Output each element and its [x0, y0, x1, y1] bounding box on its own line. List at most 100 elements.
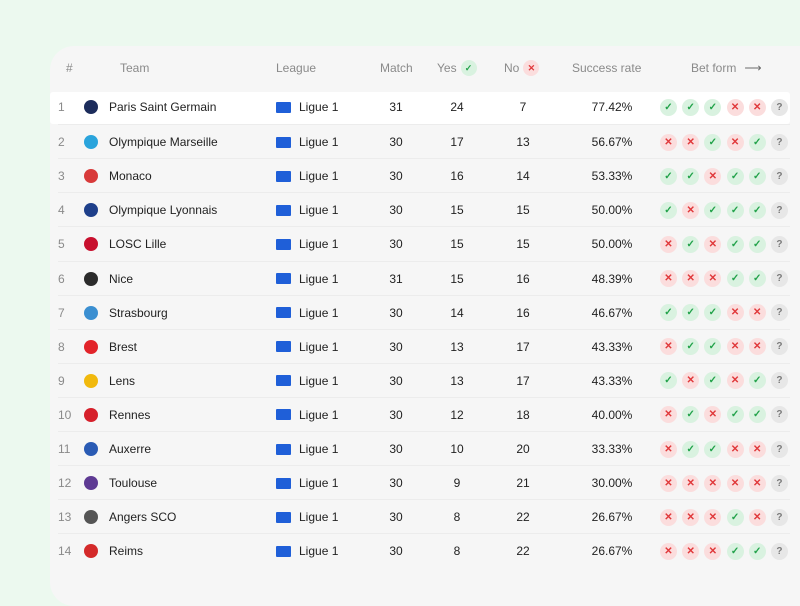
table-row[interactable]: 2 Olympique Marseille Ligue 1 30 17 13 56.67% ✕…	[58, 124, 790, 159]
header-bet-form[interactable]: Bet form ⟶	[691, 46, 762, 90]
unknown-icon: ?	[770, 474, 788, 492]
team-name[interactable]: Auxerre	[109, 432, 151, 466]
league-flag	[276, 534, 291, 568]
cross-icon: ✕	[726, 304, 744, 322]
header-no[interactable]: No ✕	[504, 46, 540, 90]
table-row[interactable]: 14 Reims Ligue 1 30 8 22 26.67% ✕ ✕ ✕ ✓ ✓?	[58, 533, 790, 568]
table-row[interactable]: 10 Rennes Ligue 1 30 12 18 40.00% ✕ ✓ ✕ ✓ ✓?	[58, 396, 790, 432]
cross-icon: ✕	[660, 542, 677, 560]
table-row[interactable]: 9 Lens Ligue 1 30 13 17 43.33% ✓ ✕ ✓ ✕ ✓?	[58, 362, 793, 398]
team-name[interactable]: Lens	[109, 364, 135, 398]
team-name[interactable]: Reims	[109, 534, 143, 568]
bet-form: ✓ ✕ ✓ ✕ ✓?	[660, 364, 793, 398]
ligue1-flag-icon	[276, 238, 291, 250]
league-name[interactable]: Ligue 1	[299, 125, 338, 159]
league-name[interactable]: Ligue 1	[299, 330, 338, 364]
club-logo	[84, 364, 102, 398]
team-name[interactable]: Angers SCO	[109, 500, 176, 534]
match-count: 30	[389, 476, 403, 491]
unknown-icon: ?	[770, 133, 788, 151]
table-row[interactable]: 13 Angers SCO Ligue 1 30 8 22 26.67% ✕ ✕ ✕ ✓ ✕?	[58, 499, 790, 534]
header-yes[interactable]: Yes ✓	[437, 46, 477, 90]
league-name[interactable]: Ligue 1	[299, 432, 338, 466]
league-name[interactable]: Ligue 1	[299, 227, 338, 261]
success-rate: 33.33%	[591, 442, 633, 456]
league-name[interactable]: Ligue 1	[299, 364, 338, 398]
league-name[interactable]: Ligue 1	[299, 193, 338, 227]
check-icon: ✓	[726, 201, 744, 219]
league-name[interactable]: Ligue 1	[299, 296, 338, 330]
team-name[interactable]: Paris Saint Germain	[109, 90, 216, 124]
rank-number: 5	[58, 237, 65, 252]
yes-count: 8	[453, 510, 461, 525]
header-success-rate[interactable]: Success rate	[572, 46, 641, 90]
club-logo	[84, 330, 102, 364]
ligue1-flag-icon	[276, 273, 291, 284]
ligue1-flag-icon	[276, 443, 291, 455]
league-flag	[276, 193, 291, 227]
cross-icon: ✕	[704, 474, 722, 492]
table-row[interactable]: 11 Auxerre Ligue 1 30 10 20 33.33% ✕ ✓ ✓ ✕ ✕?	[58, 431, 790, 466]
team-name[interactable]: LOSC Lille	[109, 227, 166, 261]
league-flag	[276, 500, 291, 534]
cross-icon: ✕	[726, 372, 744, 390]
table-row[interactable]: 1 Paris Saint Germain Ligue 1 31 24 7 77.42% ✓ ✓…	[58, 90, 790, 124]
no-count: 18	[516, 407, 530, 422]
cross-icon: ✕	[660, 406, 677, 424]
success-rate: 50.00%	[591, 203, 633, 218]
cross-icon: ✕	[682, 508, 700, 526]
club-crest-icon	[84, 442, 98, 456]
cross-icon: ✕	[682, 201, 700, 219]
table-row[interactable]: 7 Strasbourg Ligue 1 30 14 16 46.67% ✓ ✓ ✓ ✕ ✕?	[58, 294, 790, 330]
team-name[interactable]: Rennes	[109, 398, 150, 432]
check-icon: ✓	[682, 338, 700, 356]
table-row[interactable]: 4 Olympique Lyonnais Ligue 1 30 15 15 50.00% ✓ ✕…	[58, 192, 790, 227]
team-name[interactable]: Olympique Lyonnais	[109, 193, 217, 227]
unknown-icon: ?	[770, 508, 788, 526]
table-header: # Team League Match Yes ✓ No ✕ Success r…	[58, 46, 798, 90]
club-crest-icon	[84, 476, 98, 491]
table-row[interactable]: 6 Nice Ligue 1 31 15 16 48.39% ✕ ✕ ✕ ✓ ✓?	[58, 260, 790, 296]
team-name[interactable]: Olympique Marseille	[109, 125, 218, 159]
header-match[interactable]: Match	[380, 46, 413, 90]
header-team[interactable]: Team	[120, 46, 149, 90]
team-name[interactable]: Brest	[109, 330, 137, 364]
club-crest-icon	[84, 135, 98, 150]
match-count: 30	[389, 339, 403, 354]
team-name[interactable]: Nice	[109, 262, 133, 296]
club-crest-icon	[84, 339, 98, 354]
table-row[interactable]: 5 LOSC Lille Ligue 1 30 15 15 50.00% ✕ ✓ ✕ ✓ ✓?	[58, 226, 790, 261]
league-name[interactable]: Ligue 1	[299, 500, 338, 534]
header-no-label: No	[504, 61, 520, 75]
header-league[interactable]: League	[276, 46, 316, 90]
no-count: 15	[516, 237, 530, 252]
league-name[interactable]: Ligue 1	[299, 262, 338, 296]
check-icon: ✓	[748, 372, 766, 390]
ligue1-flag-icon	[276, 375, 291, 387]
league-name[interactable]: Ligue 1	[299, 159, 338, 193]
rank-number: 2	[58, 135, 65, 150]
league-name[interactable]: Ligue 1	[299, 534, 338, 568]
cross-icon: ✕	[748, 474, 766, 492]
league-name[interactable]: Ligue 1	[299, 398, 338, 432]
cross-icon: ✕	[748, 304, 766, 322]
ligue1-flag-icon	[276, 341, 291, 353]
yes-count: 17	[450, 135, 464, 150]
check-icon: ✓	[726, 167, 744, 185]
cross-icon: ✕	[748, 508, 766, 526]
league-name[interactable]: Ligue 1	[299, 90, 338, 124]
team-name[interactable]: Toulouse	[109, 466, 157, 500]
club-crest-icon	[84, 271, 98, 286]
table-row[interactable]: 3 Monaco Ligue 1 30 16 14 53.33% ✓ ✓ ✕ ✓ ✓?	[58, 158, 790, 193]
arrow-right-icon: ⟶	[744, 61, 762, 75]
table-row[interactable]: 12 Toulouse Ligue 1 30 9 21 30.00% ✕ ✕ ✕ ✕ ✕?	[58, 465, 790, 500]
rank-number: 9	[58, 373, 65, 388]
cross-icon: ✕	[682, 474, 700, 492]
team-name[interactable]: Monaco	[109, 159, 152, 193]
table-row[interactable]: 8 Brest Ligue 1 30 13 17 43.33% ✕ ✓ ✓ ✕ ✕?	[58, 328, 790, 364]
match-count: 30	[389, 442, 403, 456]
team-name[interactable]: Strasbourg	[109, 296, 168, 330]
cross-icon: ✕	[726, 440, 744, 458]
league-flag	[276, 466, 291, 500]
league-name[interactable]: Ligue 1	[299, 466, 338, 500]
